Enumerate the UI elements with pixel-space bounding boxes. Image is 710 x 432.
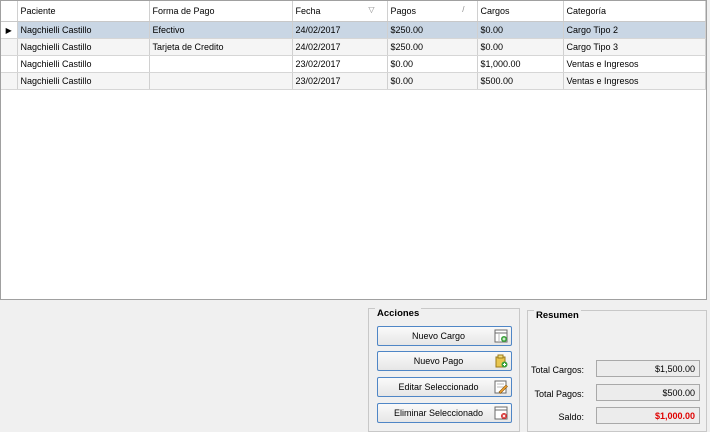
cell-pagos[interactable]: $250.00: [387, 38, 478, 56]
row-header-cell[interactable]: [1, 38, 18, 56]
cell-paciente[interactable]: Nagchielli Castillo: [17, 21, 150, 39]
cell-cargos[interactable]: $0.00: [477, 38, 564, 56]
resumen-title: Resumen: [534, 310, 581, 321]
total-pagos-label: Total Pagos:: [534, 389, 584, 399]
nuevo-cargo-label: Nuevo Cargo: [411, 331, 466, 341]
cell-fecha[interactable]: 23/02/2017: [292, 55, 388, 73]
payments-grid[interactable]: Paciente Forma de Pago Fecha ▽ Pagos / Car…: [0, 0, 707, 300]
cell-pagos[interactable]: $0.00: [387, 55, 478, 73]
column-header-pagos[interactable]: Pagos /: [387, 1, 478, 22]
column-header-cargos[interactable]: Cargos: [477, 1, 564, 22]
row-header-cell[interactable]: [1, 72, 18, 90]
cell-fecha[interactable]: 24/02/2017: [292, 38, 388, 56]
table-row[interactable]: Nagchielli Castillo Tarjeta de Credito 2…: [1, 38, 706, 56]
eliminar-seleccionado-label: Eliminar Seleccionado: [393, 408, 484, 418]
table-row[interactable]: Nagchielli Castillo 23/02/2017 $0.00 $50…: [1, 72, 706, 90]
cell-cargos[interactable]: $1,000.00: [477, 55, 564, 73]
cell-forma-de-pago[interactable]: Efectivo: [149, 21, 293, 39]
column-header-paciente[interactable]: Paciente: [17, 1, 150, 22]
column-header-forma-de-pago[interactable]: Forma de Pago: [149, 1, 293, 22]
table-row[interactable]: ▶ Nagchielli Castillo Efectivo 24/02/201…: [1, 21, 706, 39]
add-payment-icon: [495, 354, 508, 368]
column-header-pagos-label: Pagos: [390, 5, 417, 16]
table-row[interactable]: Nagchielli Castillo 23/02/2017 $0.00 $1,…: [1, 55, 706, 73]
saldo-label: Saldo:: [558, 412, 584, 422]
cell-fecha[interactable]: 23/02/2017: [292, 72, 388, 90]
cell-categoria[interactable]: Cargo Tipo 2: [563, 21, 706, 39]
cell-categoria[interactable]: Ventas e Ingresos: [563, 55, 706, 73]
cell-paciente[interactable]: Nagchielli Castillo: [17, 72, 150, 90]
row-pointer-icon: ▶: [1, 21, 18, 39]
cell-cargos[interactable]: $500.00: [477, 72, 564, 90]
filter-icon[interactable]: ▽: [368, 5, 374, 14]
cell-paciente[interactable]: Nagchielli Castillo: [17, 55, 150, 73]
nuevo-pago-button[interactable]: Nuevo Pago: [377, 351, 512, 371]
nuevo-pago-label: Nuevo Pago: [413, 356, 464, 366]
total-cargos-label: Total Cargos:: [530, 365, 584, 375]
cell-categoria[interactable]: Cargo Tipo 3: [563, 38, 706, 56]
cell-forma-de-pago[interactable]: Tarjeta de Credito: [149, 38, 293, 56]
cell-cargos[interactable]: $0.00: [477, 21, 564, 39]
editar-seleccionado-label: Editar Seleccionado: [398, 382, 479, 392]
column-header-fecha[interactable]: Fecha ▽: [292, 1, 388, 22]
cell-forma-de-pago[interactable]: [149, 72, 293, 90]
grid-header-row: Paciente Forma de Pago Fecha ▽ Pagos / Car…: [1, 1, 706, 22]
sort-icon[interactable]: /: [462, 5, 464, 14]
nuevo-cargo-button[interactable]: Nuevo Cargo: [377, 326, 512, 346]
acciones-title: Acciones: [375, 308, 422, 319]
total-cargos-value: $1,500.00: [596, 360, 700, 377]
row-header-cell[interactable]: [1, 55, 18, 73]
edit-icon: [494, 380, 508, 394]
cell-categoria[interactable]: Ventas e Ingresos: [563, 72, 706, 90]
column-header-categoria[interactable]: Categoría: [563, 1, 706, 22]
saldo-value: $1,000.00: [596, 407, 700, 424]
total-pagos-value: $500.00: [596, 384, 700, 401]
cell-forma-de-pago[interactable]: [149, 55, 293, 73]
cell-fecha[interactable]: 24/02/2017: [292, 21, 388, 39]
row-header-corner: [1, 1, 18, 22]
add-charge-icon: [494, 329, 508, 343]
resumen-group: Resumen Total Cargos: $1,500.00 Total Pa…: [527, 310, 707, 432]
cell-pagos[interactable]: $250.00: [387, 21, 478, 39]
column-header-fecha-label: Fecha: [295, 5, 321, 16]
cell-pagos[interactable]: $0.00: [387, 72, 478, 90]
editar-seleccionado-button[interactable]: Editar Seleccionado: [377, 377, 512, 397]
eliminar-seleccionado-button[interactable]: Eliminar Seleccionado: [377, 403, 512, 423]
cell-paciente[interactable]: Nagchielli Castillo: [17, 38, 150, 56]
acciones-group: Acciones Nuevo Cargo Nuevo Pago Editar S…: [368, 308, 520, 432]
delete-icon: [494, 406, 508, 420]
